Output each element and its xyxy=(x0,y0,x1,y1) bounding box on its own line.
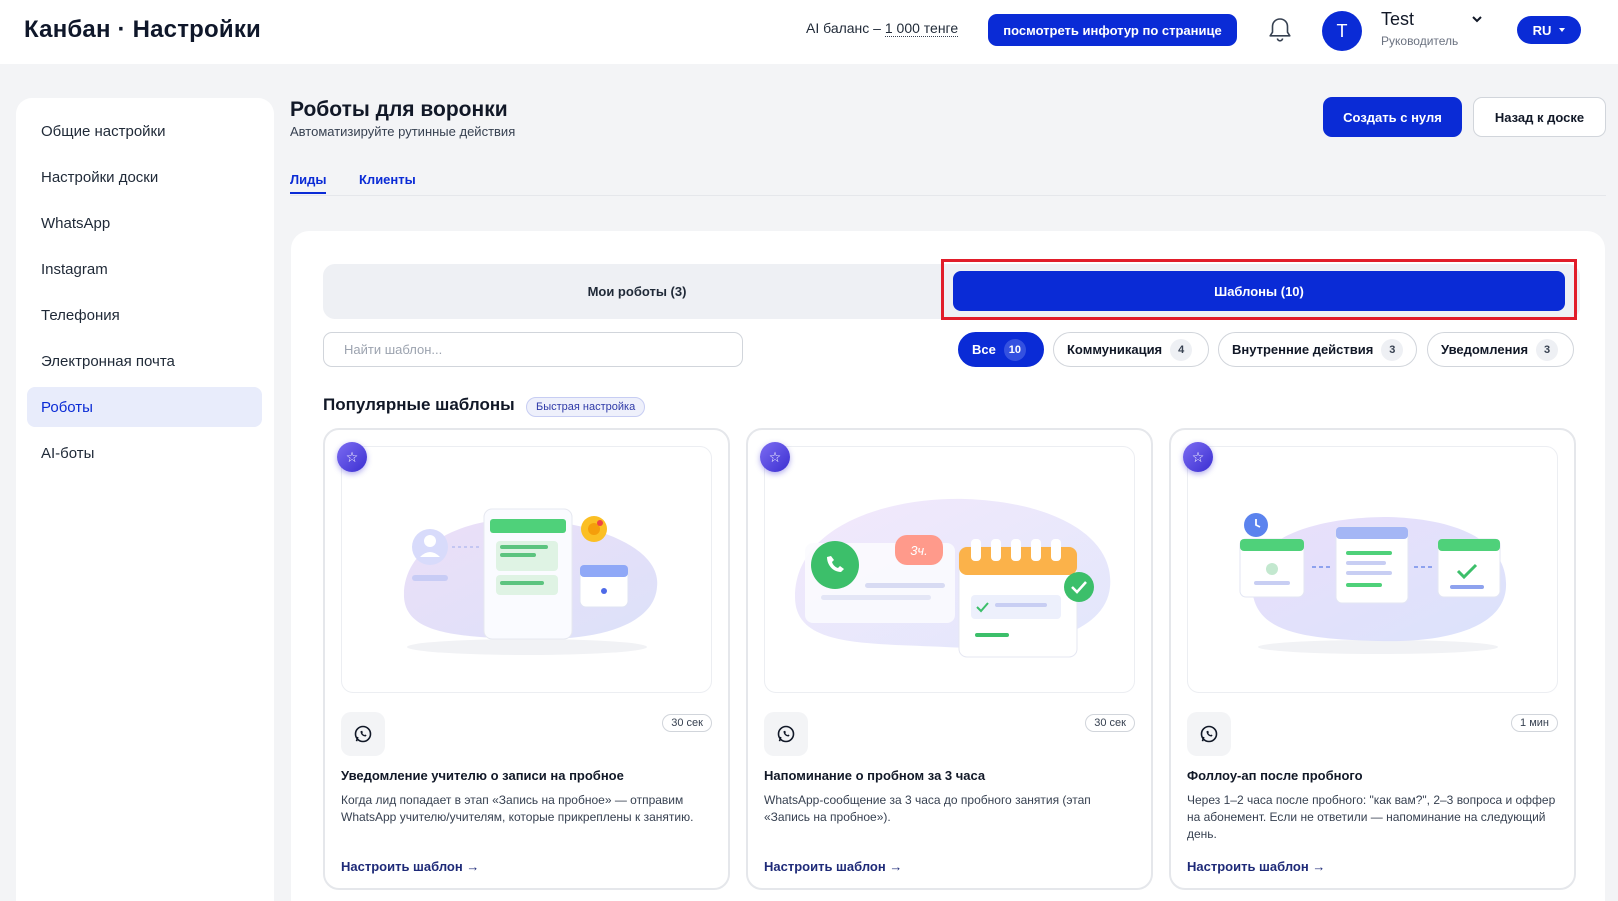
template-card-trial-reminder[interactable]: 3ч. ☆ 30 сек Напоминание о пробном за 3 … xyxy=(746,428,1153,890)
language-label: RU xyxy=(1532,22,1552,38)
illustration-badge-text: 3ч. xyxy=(910,543,928,558)
whatsapp-icon xyxy=(764,712,808,756)
filter-chip-count: 3 xyxy=(1381,338,1404,361)
illustration-whatsapp-calendar: 3ч. xyxy=(795,498,1111,658)
filter-chip-communication[interactable]: Коммуникация 4 xyxy=(1053,332,1209,367)
template-search-input[interactable] xyxy=(323,332,743,367)
whatsapp-icon xyxy=(1187,712,1231,756)
quick-setup-badge: Быстрая настройка xyxy=(526,397,646,417)
sidebar-item-robots[interactable]: Роботы xyxy=(27,387,262,427)
card-title: Фоллоу-ап после пробного xyxy=(1187,768,1363,783)
settings-sidebar: Общие настройки Настройки доски WhatsApp… xyxy=(16,98,274,901)
ai-balance: AI баланс – 1 000 тенге xyxy=(806,20,959,37)
sidebar-item-instagram[interactable]: Instagram xyxy=(27,249,262,289)
duration-badge: 1 мин xyxy=(1511,714,1558,732)
duration-badge: 30 сек xyxy=(662,714,712,732)
chevron-down-icon[interactable] xyxy=(1470,12,1484,26)
filter-chip-internal-actions[interactable]: Внутренние действия 3 xyxy=(1218,332,1417,367)
user-role: Руководитель xyxy=(1381,34,1459,48)
info-tour-button[interactable]: посмотреть инфотур по странице xyxy=(988,14,1237,46)
filter-chip-count: 10 xyxy=(1003,338,1026,361)
ai-balance-label: AI баланс – xyxy=(806,20,885,36)
filter-chip-count: 4 xyxy=(1170,338,1193,361)
filter-chip-notifications[interactable]: Уведомления 3 xyxy=(1427,332,1574,367)
bell-icon[interactable] xyxy=(1267,16,1293,44)
illustration-flow-steps xyxy=(1239,513,1507,654)
star-icon: ☆ xyxy=(1183,442,1213,472)
segment-my-robots[interactable]: Мои роботы (3) xyxy=(323,264,951,319)
card-description: Через 1–2 часа после пробного: "как вам?… xyxy=(1187,793,1556,841)
card-description: Когда лид попадает в этап «Запись на про… xyxy=(341,793,694,824)
create-from-scratch-button[interactable]: Создать с нуля xyxy=(1323,97,1462,137)
sidebar-item-general[interactable]: Общие настройки xyxy=(27,111,262,151)
template-illustration xyxy=(1187,446,1558,693)
configure-template-link[interactable]: Настроить шаблон → xyxy=(341,859,479,874)
page-title: Роботы для воронки xyxy=(290,98,508,121)
illustration-chat-calendar xyxy=(403,508,658,655)
configure-template-link[interactable]: Настроить шаблон → xyxy=(1187,859,1325,874)
template-card-follow-up[interactable]: ☆ 1 мин Фоллоу-ап после пробного Через 1… xyxy=(1169,428,1576,890)
card-title: Уведомление учителю о записи на пробное xyxy=(341,768,624,783)
template-illustration xyxy=(341,446,712,693)
sidebar-item-ai-bots[interactable]: AI-боты xyxy=(27,433,262,473)
tab-leads[interactable]: Лиды xyxy=(290,172,327,194)
card-title: Напоминание о пробном за 3 часа xyxy=(764,768,986,783)
caret-down-icon xyxy=(1559,28,1566,32)
app-title: Канбан · Настройки xyxy=(24,16,262,43)
filter-chip-all[interactable]: Все 10 xyxy=(958,332,1044,367)
filter-chip-label: Внутренние действия xyxy=(1232,342,1374,357)
whatsapp-icon xyxy=(341,712,385,756)
filter-chip-label: Коммуникация xyxy=(1067,342,1163,357)
star-icon: ☆ xyxy=(337,442,367,472)
sidebar-item-telephony[interactable]: Телефония xyxy=(27,295,262,335)
back-to-board-button[interactable]: Назад к доске xyxy=(1473,97,1606,137)
page-subtitle: Автоматизируйте рутинные действия xyxy=(290,124,516,139)
sidebar-item-email[interactable]: Электронная почта xyxy=(27,341,262,381)
configure-template-link[interactable]: Настроить шаблон → xyxy=(764,859,902,874)
card-description: WhatsApp-сообщение за 3 часа до пробного… xyxy=(764,793,1091,824)
template-illustration: 3ч. xyxy=(764,446,1135,693)
popular-templates-title: Популярные шаблоны xyxy=(323,395,515,414)
avatar[interactable]: T xyxy=(1322,11,1362,51)
segment-templates[interactable]: Шаблоны (10) xyxy=(953,271,1565,311)
tab-clients[interactable]: Клиенты xyxy=(359,172,416,187)
duration-badge: 30 сек xyxy=(1085,714,1135,732)
ai-balance-amount[interactable]: 1 000 тенге xyxy=(884,20,959,37)
star-icon: ☆ xyxy=(760,442,790,472)
sidebar-item-whatsapp[interactable]: WhatsApp xyxy=(27,203,262,243)
filter-chip-label: Уведомления xyxy=(1441,342,1529,357)
top-header: Канбан · Настройки AI баланс – 1 000 тен… xyxy=(0,0,1618,64)
user-name[interactable]: Test xyxy=(1381,9,1414,30)
filter-chip-label: Все xyxy=(972,342,996,357)
language-selector[interactable]: RU xyxy=(1517,16,1581,44)
tabs-divider xyxy=(290,195,1606,196)
filter-chip-count: 3 xyxy=(1536,338,1559,361)
sidebar-item-board[interactable]: Настройки доски xyxy=(27,157,262,197)
template-card-teacher-notify[interactable]: ☆ 30 сек Уведомление учителю о записи на… xyxy=(323,428,730,890)
